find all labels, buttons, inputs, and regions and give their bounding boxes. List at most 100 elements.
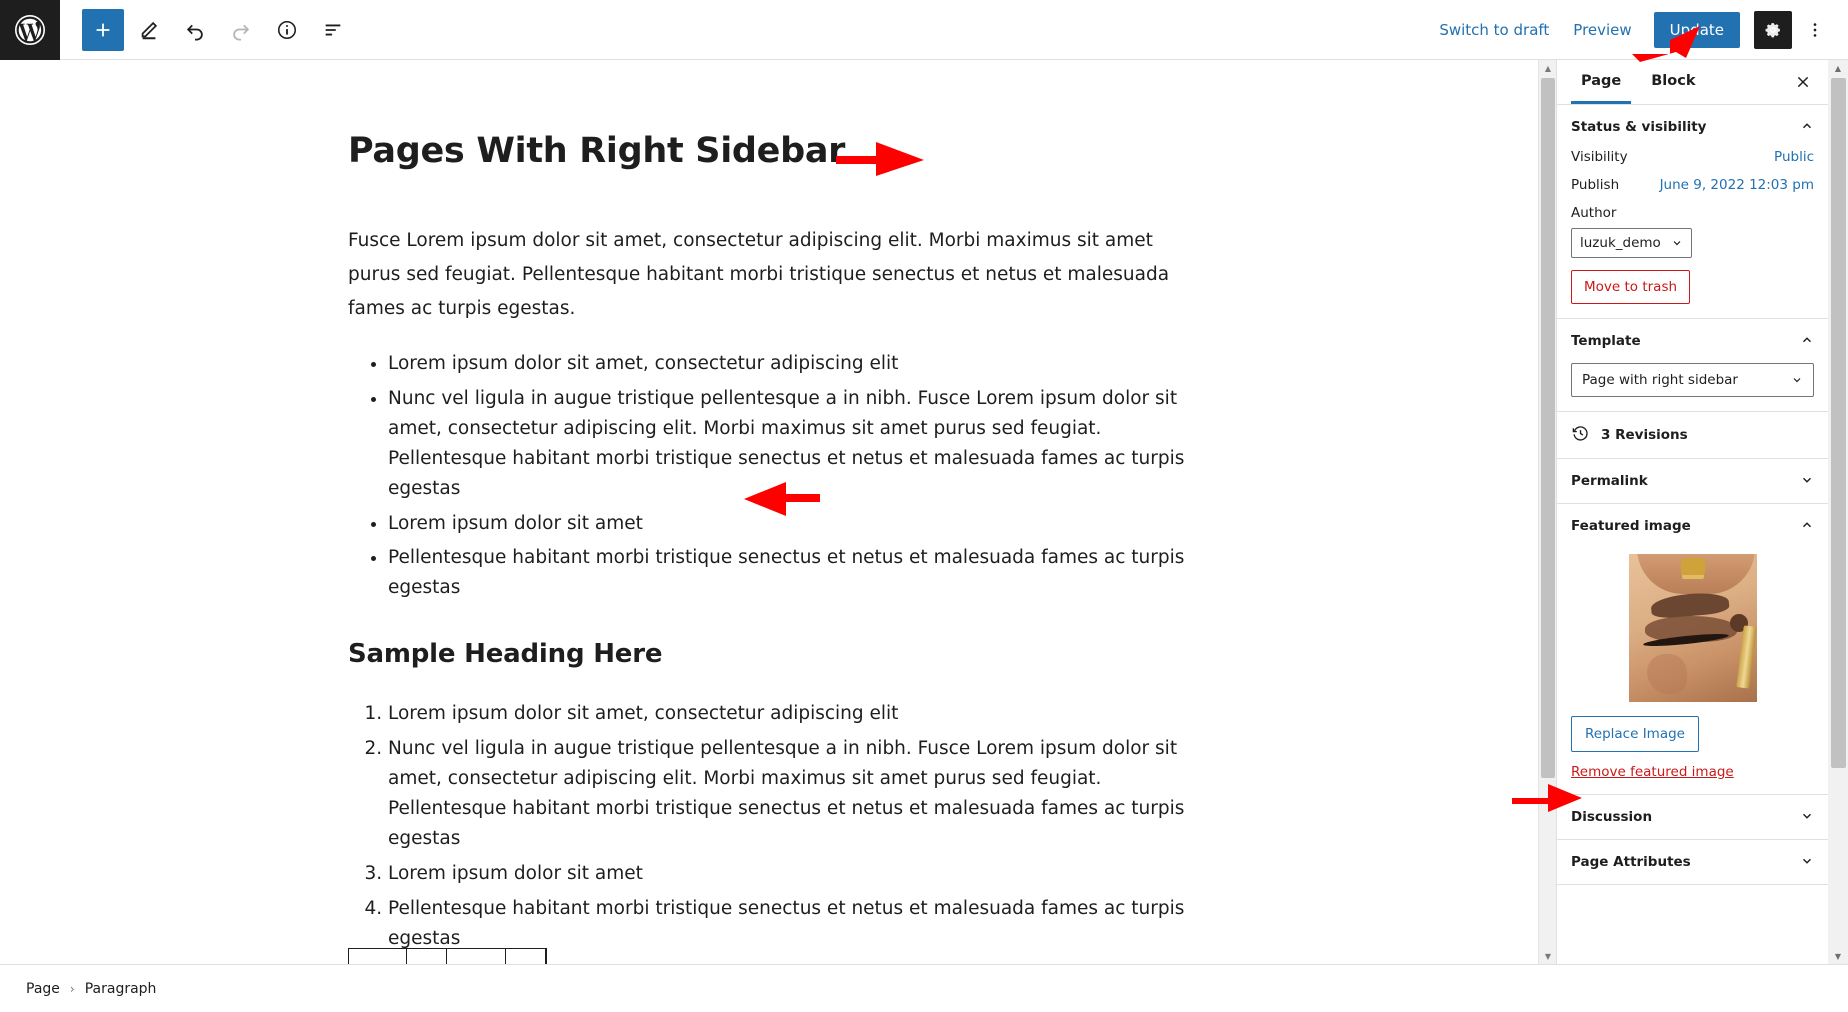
panel-status-visibility-body: Visibility Public Publish June 9, 2022 1… xyxy=(1571,149,1814,318)
breadcrumb: Page › Paragraph xyxy=(0,964,1848,1012)
scroll-up-arrow-icon[interactable]: ▲ xyxy=(1539,60,1557,76)
panel-featured-image-header[interactable]: Featured image xyxy=(1571,504,1814,548)
move-to-trash-button[interactable]: Move to trash xyxy=(1571,270,1691,304)
list-item[interactable]: Pellentesque habitant morbi tristique se… xyxy=(388,543,1188,603)
chevron-up-icon[interactable] xyxy=(1800,119,1814,135)
editor-top-bar: Switch to draft Preview Update xyxy=(0,0,1848,60)
scroll-down-arrow-icon[interactable]: ▼ xyxy=(1828,948,1848,964)
scroll-up-arrow-icon[interactable]: ▲ xyxy=(1828,60,1848,76)
revision-history-icon xyxy=(1571,424,1590,447)
panel-permalink: Permalink xyxy=(1557,459,1828,504)
panel-title: Template xyxy=(1571,333,1641,349)
intro-paragraph[interactable]: Fusce Lorem ipsum dolor sit amet, consec… xyxy=(348,224,1188,327)
chevron-down-icon xyxy=(1673,241,1681,246)
list-item[interactable]: Lorem ipsum dolor sit amet, consectetur … xyxy=(388,349,1188,379)
panel-page-attributes: Page Attributes xyxy=(1557,840,1828,885)
top-bar-tools xyxy=(60,8,354,51)
breadcrumb-separator: › xyxy=(69,981,75,996)
editor-canvas[interactable]: Pages With Right Sidebar Fusce Lorem ips… xyxy=(0,60,1556,964)
panel-template-body: Page with right sidebar xyxy=(1571,363,1814,411)
breadcrumb-item-paragraph[interactable]: Paragraph xyxy=(85,981,157,997)
revisions-link[interactable]: 3 Revisions xyxy=(1571,412,1814,458)
panel-discussion-header[interactable]: Discussion xyxy=(1571,795,1814,839)
panel-status-visibility: Status & visibility Visibility Public Pu… xyxy=(1557,105,1828,319)
tab-block[interactable]: Block xyxy=(1641,61,1705,103)
switch-to-draft-button[interactable]: Switch to draft xyxy=(1427,13,1561,47)
panel-discussion: Discussion xyxy=(1557,795,1828,840)
featured-image-detail xyxy=(1680,558,1705,575)
featured-image-detail xyxy=(1735,625,1757,689)
chevron-up-icon[interactable] xyxy=(1800,333,1814,349)
canvas-scrollbar[interactable]: ▲ ▼ xyxy=(1538,60,1556,964)
panel-title: Permalink xyxy=(1571,473,1648,489)
update-button[interactable]: Update xyxy=(1653,11,1740,48)
list-item[interactable]: Lorem ipsum dolor sit amet xyxy=(388,509,1188,539)
scroll-down-arrow-icon[interactable]: ▼ xyxy=(1539,948,1557,964)
panel-template: Template Page with right sidebar xyxy=(1557,319,1828,412)
document-body: Pages With Right Sidebar Fusce Lorem ips… xyxy=(0,60,1556,964)
author-label: Author xyxy=(1571,205,1617,221)
numbered-list[interactable]: Lorem ipsum dolor sit amet, consectetur … xyxy=(388,699,1188,954)
featured-image-detail xyxy=(1646,654,1687,694)
gear-icon[interactable] xyxy=(1754,10,1792,49)
panel-permalink-header[interactable]: Permalink xyxy=(1571,459,1814,503)
panel-title: Featured image xyxy=(1571,518,1691,534)
preview-button[interactable]: Preview xyxy=(1561,13,1643,47)
undo-button[interactable] xyxy=(174,9,216,51)
chevron-down-icon xyxy=(1793,378,1801,383)
wordpress-logo-icon[interactable] xyxy=(0,0,60,60)
author-select-value: luzuk_demo xyxy=(1580,235,1661,251)
info-circle-icon[interactable] xyxy=(266,9,308,51)
panel-status-visibility-header[interactable]: Status & visibility xyxy=(1571,105,1814,149)
list-view-button[interactable] xyxy=(312,9,354,51)
add-block-button[interactable] xyxy=(82,8,124,51)
panel-title: Status & visibility xyxy=(1571,119,1707,135)
list-item[interactable]: Lorem ipsum dolor sit amet, consectetur … xyxy=(388,699,1188,729)
redo-button[interactable] xyxy=(220,9,262,51)
list-item[interactable]: Nunc vel ligula in augue tristique pelle… xyxy=(388,734,1188,854)
panel-featured-image: Featured image Replace Image Remove feat… xyxy=(1557,504,1828,795)
page-title[interactable]: Pages With Right Sidebar xyxy=(348,130,1188,172)
panel-title: Discussion xyxy=(1571,809,1653,825)
canvas-scrollbar-thumb[interactable] xyxy=(1541,78,1555,778)
chevron-down-icon[interactable] xyxy=(1800,809,1814,825)
three-dots-vertical-icon[interactable] xyxy=(1796,11,1834,49)
panel-page-attributes-header[interactable]: Page Attributes xyxy=(1571,840,1814,884)
author-select[interactable]: luzuk_demo xyxy=(1571,228,1692,258)
close-icon[interactable] xyxy=(1788,67,1818,97)
remove-featured-image-link[interactable]: Remove featured image xyxy=(1571,764,1734,780)
visibility-row: Visibility Public xyxy=(1571,149,1814,165)
visibility-label: Visibility xyxy=(1571,149,1628,165)
edit-tool-button[interactable] xyxy=(128,9,170,51)
template-select-value: Page with right sidebar xyxy=(1582,372,1738,388)
replace-image-button[interactable]: Replace Image xyxy=(1571,716,1699,752)
publish-label: Publish xyxy=(1571,177,1620,193)
chevron-down-icon[interactable] xyxy=(1800,473,1814,489)
chevron-down-icon[interactable] xyxy=(1800,854,1814,870)
publish-row: Publish June 9, 2022 12:03 pm xyxy=(1571,177,1814,193)
settings-sidebar: Page Block Status & visibility Visibilit… xyxy=(1556,60,1828,964)
list-item[interactable]: Nunc vel ligula in augue tristique pelle… xyxy=(388,384,1188,504)
sub-heading[interactable]: Sample Heading Here xyxy=(348,639,1188,669)
document-inner: Pages With Right Sidebar Fusce Lorem ips… xyxy=(348,130,1188,964)
revisions-label: 3 Revisions xyxy=(1601,427,1688,443)
featured-image-thumbnail[interactable] xyxy=(1628,554,1757,702)
panel-featured-image-body: Replace Image Remove featured image xyxy=(1571,548,1814,794)
sidebar-scrollbar[interactable]: ▲ ▼ xyxy=(1828,60,1848,964)
sidebar-scrollbar-thumb[interactable] xyxy=(1831,78,1846,768)
top-bar-actions: Switch to draft Preview Update xyxy=(1427,10,1848,49)
panel-title: Page Attributes xyxy=(1571,854,1691,870)
list-item[interactable]: Pellentesque habitant morbi tristique se… xyxy=(388,894,1188,954)
breadcrumb-item-page[interactable]: Page xyxy=(26,981,60,997)
featured-image-wrap xyxy=(1571,548,1814,716)
panel-template-header[interactable]: Template xyxy=(1571,319,1814,363)
sidebar-tabs: Page Block xyxy=(1557,60,1828,105)
list-item[interactable]: Lorem ipsum dolor sit amet xyxy=(388,859,1188,889)
template-select[interactable]: Page with right sidebar xyxy=(1571,363,1814,397)
visibility-value-button[interactable]: Public xyxy=(1774,149,1814,165)
panel-revisions[interactable]: 3 Revisions xyxy=(1557,412,1828,459)
chevron-up-icon[interactable] xyxy=(1800,518,1814,534)
tab-page[interactable]: Page xyxy=(1571,61,1632,104)
publish-date-button[interactable]: June 9, 2022 12:03 pm xyxy=(1660,177,1814,193)
bullet-list[interactable]: Lorem ipsum dolor sit amet, consectetur … xyxy=(388,349,1188,604)
